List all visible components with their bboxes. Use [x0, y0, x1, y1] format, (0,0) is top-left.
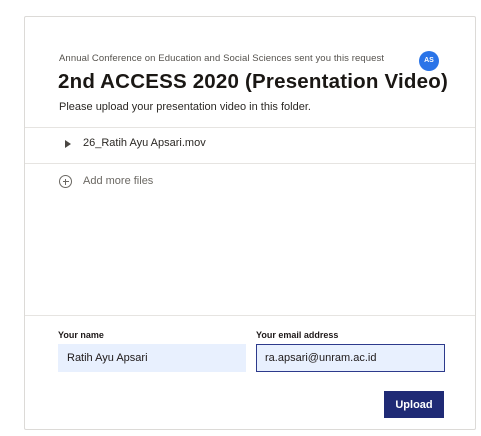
- email-input[interactable]: [256, 344, 445, 372]
- play-icon[interactable]: [65, 140, 71, 148]
- requester-avatar: AS: [419, 51, 439, 71]
- page-edge-fragment: ‘: [451, 0, 457, 11]
- upload-button[interactable]: Upload: [384, 391, 444, 418]
- name-input[interactable]: [58, 344, 246, 372]
- file-list-item[interactable]: 26_Ratih Ayu Apsari.mov: [25, 131, 475, 159]
- plus-circle-icon: [59, 175, 72, 188]
- header-divider: [25, 127, 475, 128]
- file-name: 26_Ratih Ayu Apsari.mov: [83, 137, 206, 149]
- request-description: Please upload your presentation video in…: [59, 101, 311, 113]
- form-divider: [25, 315, 475, 316]
- add-more-files-label: Add more files: [83, 175, 154, 187]
- request-header: Annual Conference on Education and Socia…: [25, 17, 475, 127]
- request-title: 2nd ACCESS 2020 (Presentation Video): [58, 70, 448, 93]
- file-request-card: Annual Conference on Education and Socia…: [24, 16, 476, 430]
- add-more-files-button[interactable]: Add more files: [25, 173, 225, 197]
- requester-line: Annual Conference on Education and Socia…: [59, 53, 385, 64]
- name-field-label: Your name: [58, 330, 104, 340]
- email-field-label: Your email address: [256, 330, 339, 340]
- file-list-divider: [25, 163, 475, 164]
